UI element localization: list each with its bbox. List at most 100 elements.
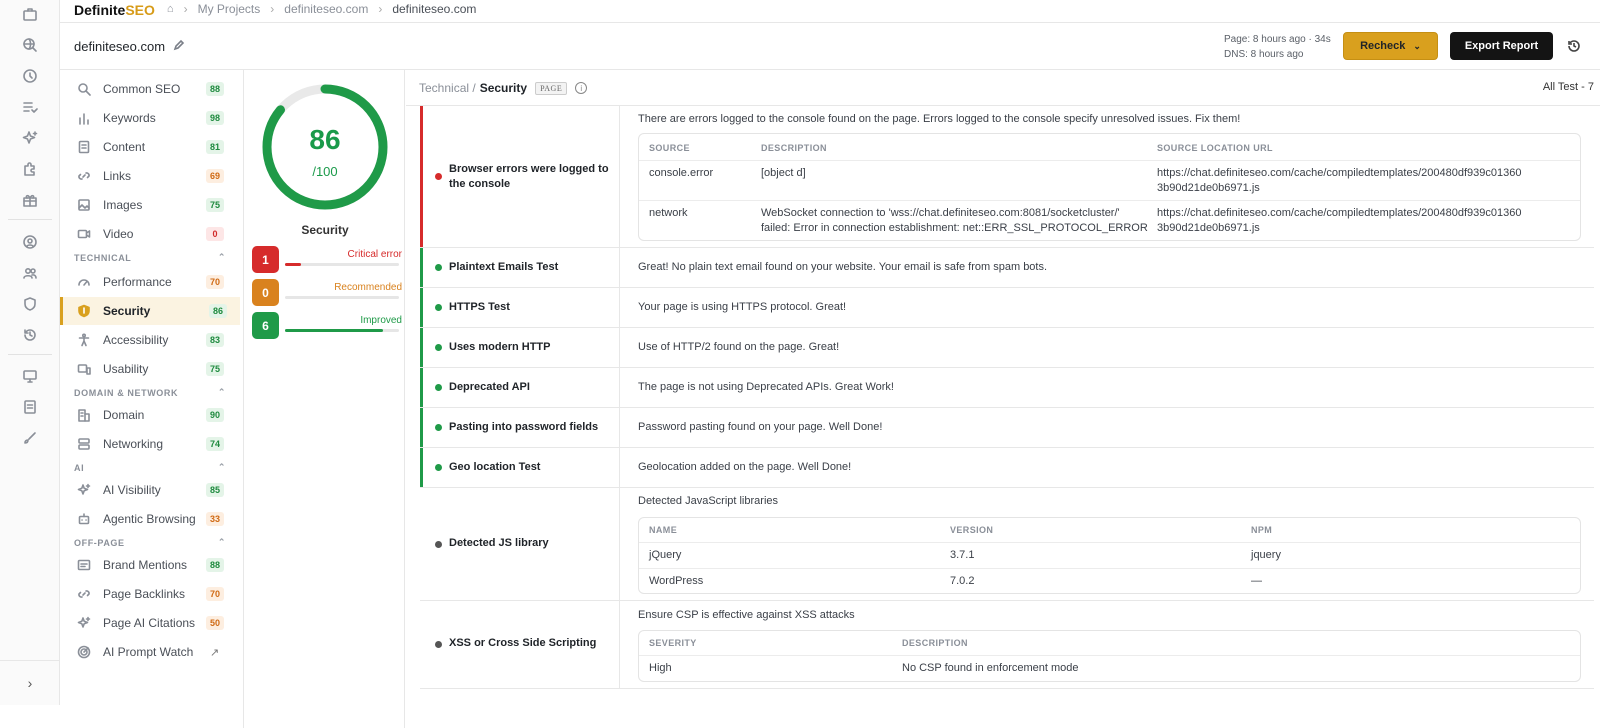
recheck-button[interactable]: Recheck ⌄ [1343,32,1438,60]
test-row-geo-location-test[interactable]: Geo location Test Geolocation added on th… [420,448,1594,488]
stat-name: Recommended [334,282,402,293]
status-dot [435,304,442,311]
test-row-https-test[interactable]: HTTPS Test Your page is using HTTPS proto… [420,288,1594,328]
table-cell: console.error [649,167,714,179]
sidebar-item-ai-prompt-watch[interactable]: AI Prompt Watch ↗ [60,638,240,666]
user-circle-icon[interactable] [21,233,39,251]
sidebar-item-label: Links [103,169,132,183]
nav-section-header[interactable]: TECHNICAL ⌃ [74,252,226,263]
accessibility-icon [77,333,91,347]
status-dot [435,424,442,431]
search-icon [77,82,91,96]
table-cell: jquery [1251,549,1281,561]
test-row-pasting-into-password-fields[interactable]: Pasting into password fields Password pas… [420,408,1594,448]
score-badge: 85 [206,483,224,497]
page-header: definiteseo.com Page: 8 hours ago · 34s … [60,23,1600,70]
test-description: Your page is using HTTPS protocol. Great… [638,301,847,313]
col-header: SOURCE [649,143,690,153]
sidebar-item-images[interactable]: Images 75 [60,191,240,219]
test-row-plaintext-emails-test[interactable]: Plaintext Emails Test Great! No plain tex… [420,248,1594,288]
sidebar-item-content[interactable]: Content 81 [60,133,240,161]
crumb-parent[interactable]: Technical / [419,81,476,95]
status-dot [435,344,442,351]
all-test-count[interactable]: All Test - 7 [1543,81,1594,93]
sidebar-item-brand-mentions[interactable]: Brand Mentions 88 [60,551,240,579]
stat-recommended[interactable]: 0 Recommended [252,279,402,307]
sidebar-item-common-seo[interactable]: Common SEO 88 [60,75,240,103]
building-icon [77,408,91,422]
sidebar-item-links[interactable]: Links 69 [60,162,240,190]
briefcase-icon[interactable] [21,5,39,23]
sparkle-icon[interactable] [21,129,39,147]
sidebar-item-security[interactable]: Security 86 [60,297,240,325]
sidebar-item-usability[interactable]: Usability 75 [60,355,240,383]
export-report-button[interactable]: Export Report [1450,32,1553,60]
stat-improved[interactable]: 6 Improved [252,312,402,340]
sidebar-item-label: AI Prompt Watch [103,645,194,659]
breadcrumb-domain[interactable]: definiteseo.com [284,2,368,16]
edit-icon[interactable] [173,39,185,54]
test-row-xss: XSS or Cross Side Scripting Ensure CSP i… [420,601,1594,689]
chevron-right-icon: › [27,675,33,691]
score-denominator: /100 [312,164,338,179]
sidebar-item-label: Domain [103,408,145,422]
sidebar-item-label: Agentic Browsing [103,512,196,526]
clock-icon[interactable] [21,67,39,85]
sidebar-item-page-ai-citations[interactable]: Page AI Citations 50 [60,609,240,637]
link-icon [77,587,91,601]
breadcrumb: ⌂ › My Projects › definiteseo.com › defi… [166,2,477,16]
sidebar-item-agentic-browsing[interactable]: Agentic Browsing 33 [60,505,240,533]
shield-settings-icon[interactable] [21,295,39,313]
stat-critical-error[interactable]: 1 Critical error [252,246,402,274]
sidebar-item-video[interactable]: Video 0 [60,220,240,248]
table-cell-url[interactable]: https://chat.definiteseo.com/cache/compi… [1157,206,1521,236]
monitor-icon[interactable] [21,367,39,385]
info-icon[interactable]: i [575,82,588,94]
history-icon[interactable] [1566,38,1582,54]
test-title: Uses modern HTTP [449,341,551,353]
table-cell: WebSocket connection to 'wss://chat.defi… [761,207,1148,234]
table-cell-url[interactable]: https://chat.definiteseo.com/cache/compi… [1157,166,1521,196]
checklist-icon[interactable] [21,98,39,116]
nav-section-header[interactable]: DOMAIN & NETWORK ⌃ [74,387,226,398]
breadcrumb-projects[interactable]: My Projects [198,2,261,16]
globe-search-icon[interactable] [21,36,39,54]
stat-count: 6 [252,312,279,339]
score-badge: 81 [206,140,224,154]
brush-icon[interactable] [21,429,39,447]
video-icon [77,227,91,241]
sidebar-item-domain[interactable]: Domain 90 [60,401,240,429]
site-name: definiteseo.com [74,39,166,54]
score-badge: 33 [206,512,224,526]
table-cell: No CSP found in enforcement mode [902,662,1079,674]
expand-rail-button[interactable]: › [0,660,60,705]
sidebar-item-performance[interactable]: Performance 70 [60,268,240,296]
test-title: Plaintext Emails Test [449,261,559,273]
test-row-uses-modern-http[interactable]: Uses modern HTTP Use of HTTP/2 found on t… [420,328,1594,368]
report-icon[interactable] [21,398,39,416]
users-icon[interactable] [21,264,39,282]
gift-icon[interactable] [21,191,39,209]
nav-section-header[interactable]: AI ⌃ [74,462,226,473]
sidebar-item-label: Networking [103,437,164,451]
brand-logo[interactable]: DefiniteSEO [74,3,155,17]
test-title: Geo location Test [449,461,541,473]
external-link-icon[interactable]: ↗ [210,646,219,659]
sidebar-item-accessibility[interactable]: Accessibility 83 [60,326,240,354]
puzzle-icon[interactable] [21,160,39,178]
history-icon[interactable] [21,326,39,344]
sidebar-item-ai-visibility[interactable]: AI Visibility 85 [60,476,240,504]
score-badge: 0 [206,227,224,241]
sidebar-item-page-backlinks[interactable]: Page Backlinks 70 [60,580,240,608]
home-icon[interactable]: ⌂ [167,3,174,15]
test-description: Password pasting found on your page. Wel… [638,421,883,433]
col-header: VERSION [950,525,994,535]
sidebar-item-keywords[interactable]: Keywords 98 [60,104,240,132]
test-row-deprecated-api[interactable]: Deprecated API The page is not using Depr… [420,368,1594,408]
top-bar: DefiniteSEO ⌂ › My Projects › definitese… [60,0,1600,23]
nav-section-header[interactable]: OFF-PAGE ⌃ [74,537,226,548]
test-title: Detected JS library [449,537,549,549]
test-description: Great! No plain text email found on your… [638,261,1048,273]
status-dot [435,264,442,271]
sidebar-item-networking[interactable]: Networking 74 [60,430,240,458]
